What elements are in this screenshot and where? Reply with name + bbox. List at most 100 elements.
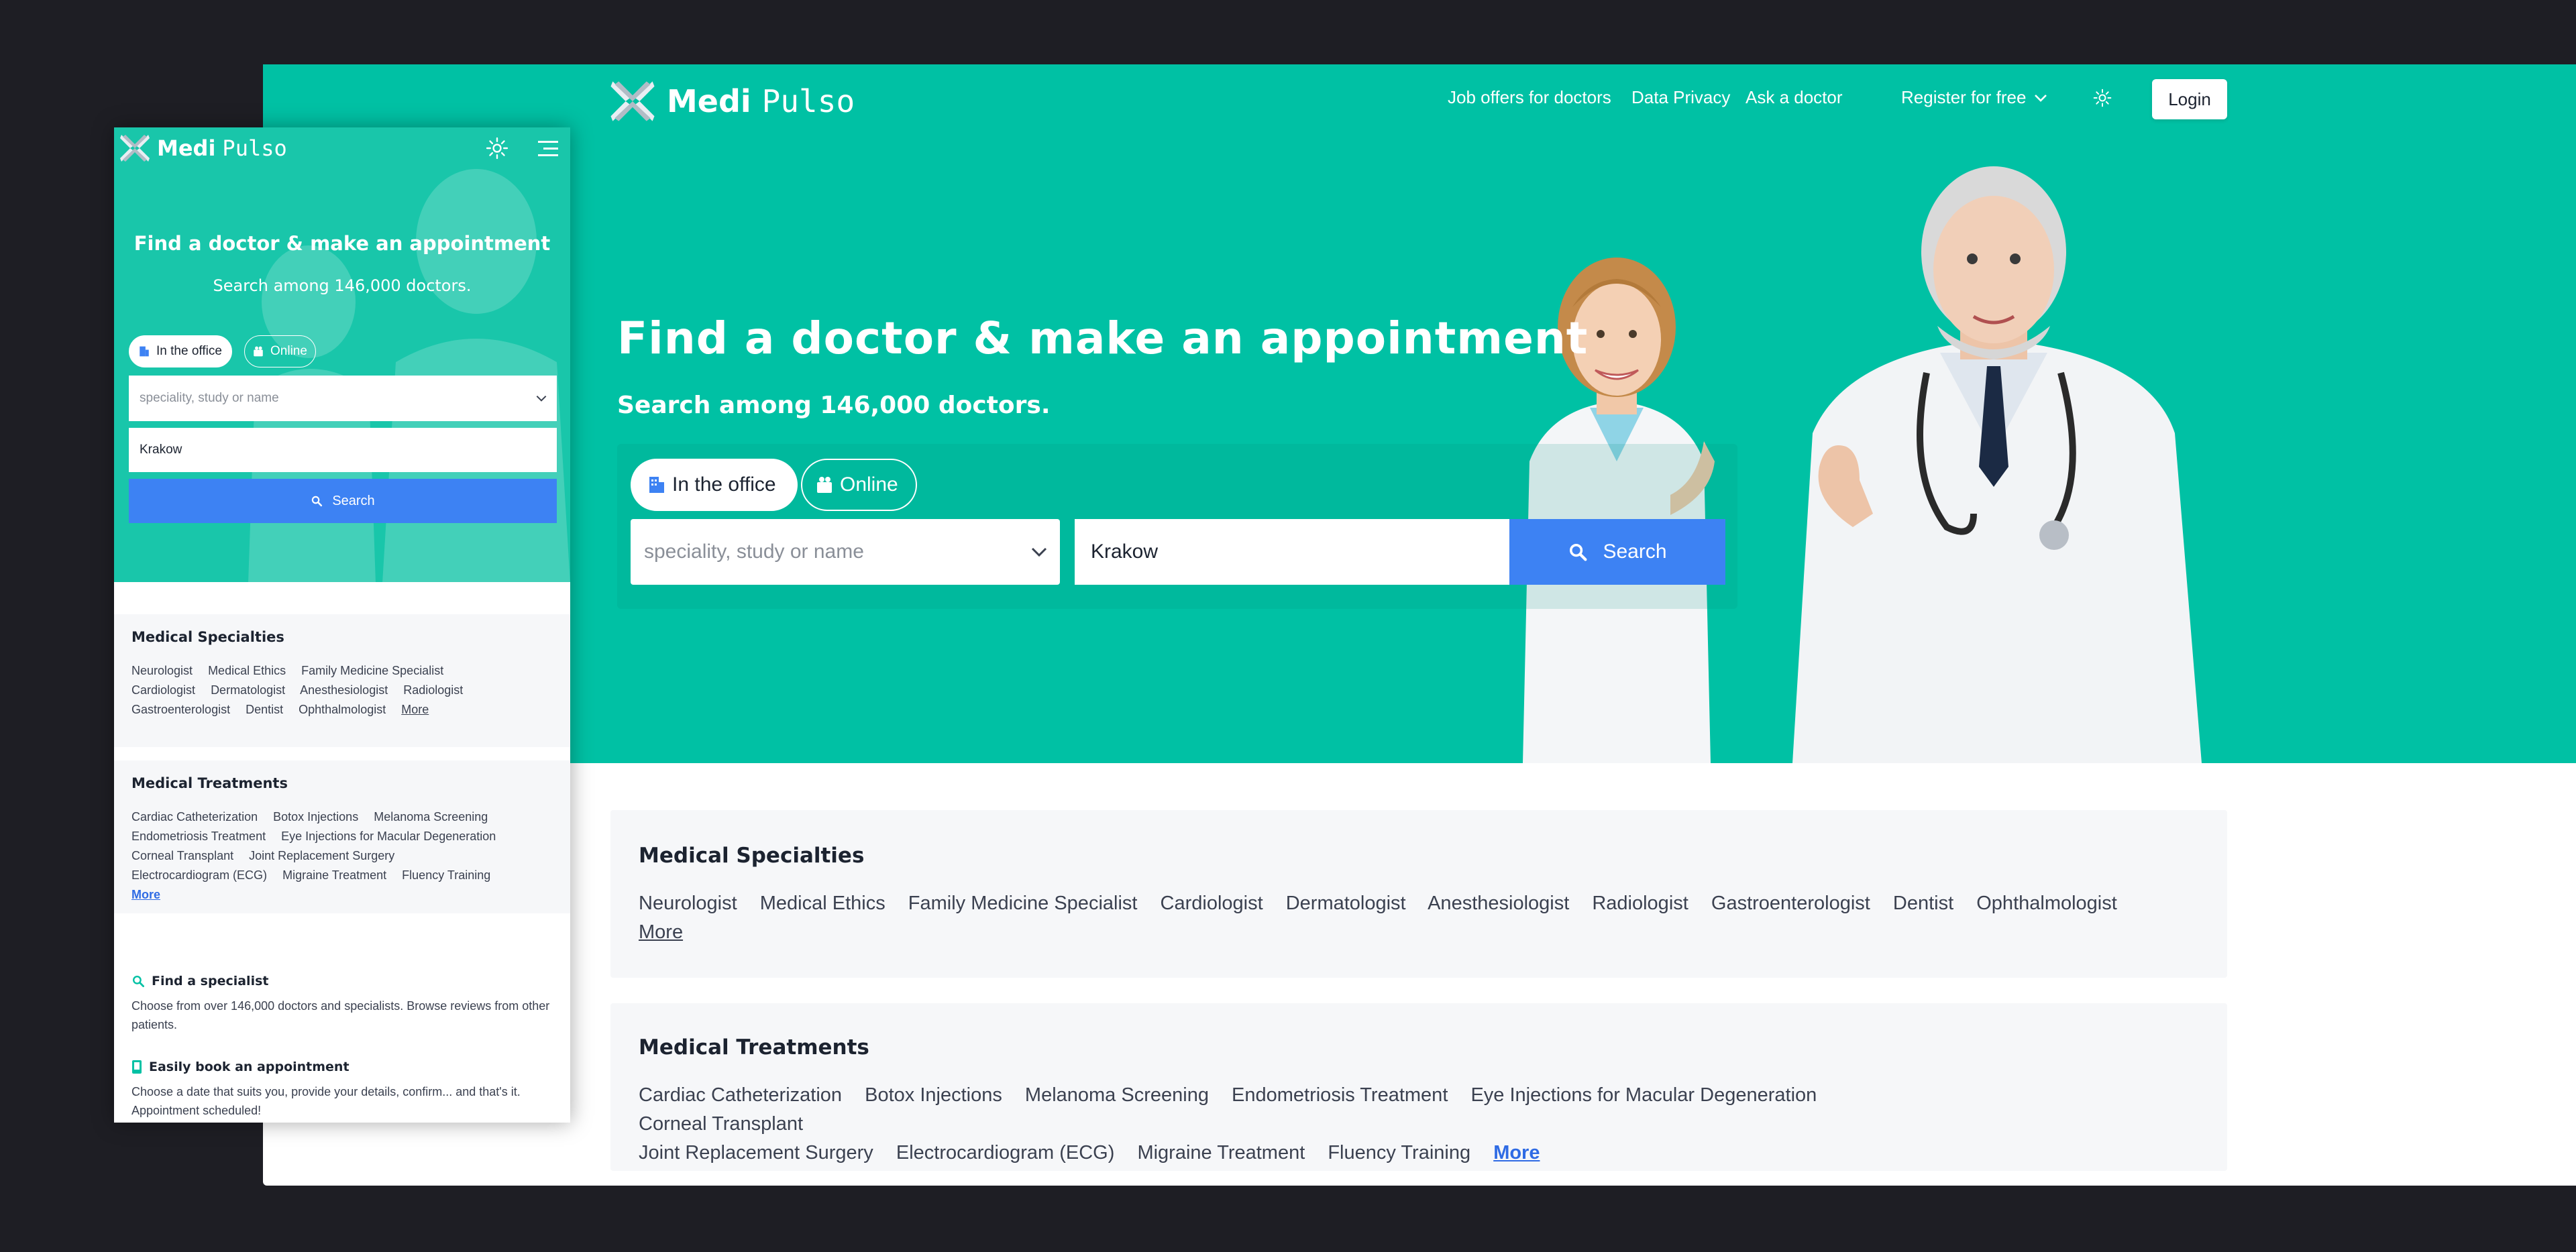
mobile-city-field[interactable]: [129, 428, 557, 472]
specialty-select[interactable]: [631, 519, 1060, 585]
specialty-input[interactable]: [138, 390, 530, 406]
treatment-link[interactable]: Botox Injections: [273, 810, 358, 823]
mobile-specialty-select[interactable]: [129, 376, 557, 421]
online-icon: [254, 346, 263, 357]
sun-icon[interactable]: [2093, 89, 2112, 107]
treatment-link[interactable]: Eye Injections for Macular Degeneration: [281, 830, 496, 843]
city-input[interactable]: [1089, 540, 1495, 564]
specialty-link[interactable]: Dermatologist: [1286, 893, 1406, 914]
specialty-link[interactable]: Cardiologist: [131, 683, 195, 697]
specialties-list: Neurologist Medical Ethics Family Medici…: [639, 889, 2182, 947]
specialty-link[interactable]: Ophthalmologist: [1976, 893, 2117, 914]
specialty-link[interactable]: Family Medicine Specialist: [908, 893, 1138, 914]
logo-icon: [118, 131, 152, 165]
specialty-link[interactable]: Medical Ethics: [208, 664, 286, 677]
specialty-link[interactable]: Dermatologist: [211, 683, 285, 697]
feature-description: Choose from over 146,000 doctors and spe…: [131, 999, 550, 1031]
treatments-more-link[interactable]: More: [131, 888, 160, 901]
tab-online-label: Online: [270, 344, 307, 358]
feature-description: Choose a date that suits you, provide yo…: [131, 1085, 521, 1117]
online-icon: [817, 477, 832, 493]
treatment-link[interactable]: Migraine Treatment: [282, 868, 386, 882]
nav-data-privacy[interactable]: Data Privacy: [1631, 87, 1730, 108]
hero-subtitle: Search among 146,000 doctors.: [617, 392, 1051, 419]
treatment-link[interactable]: Corneal Transplant: [639, 1113, 803, 1135]
mobile-medipulso-logo[interactable]: Medi Pulso: [118, 131, 287, 165]
feature-find-specialist: Find a specialist Choose from over 146,0…: [131, 974, 554, 1034]
treatment-link[interactable]: Joint Replacement Surgery: [249, 849, 394, 862]
specialties-list: Neurologist Medical Ethics Family Medici…: [131, 661, 561, 720]
search-icon: [1568, 542, 1588, 562]
male-doctor-illustration: [1792, 166, 2202, 763]
mobile-page: Medi Pulso Find a doctor & make an appoin…: [114, 127, 570, 1123]
specialty-link[interactable]: Anesthesiologist: [1428, 893, 1569, 914]
specialties-title: Medical Specialties: [131, 629, 284, 645]
login-button[interactable]: Login: [2152, 79, 2227, 119]
brand-name: Medi Pulso: [667, 83, 855, 119]
mobile-tab-online[interactable]: Online: [244, 335, 316, 367]
treatment-link[interactable]: Electrocardiogram (ECG): [131, 868, 267, 882]
specialty-link[interactable]: Cardiologist: [1161, 893, 1263, 914]
treatment-link[interactable]: Endometriosis Treatment: [131, 830, 266, 843]
chevron-down-icon: [2035, 94, 2047, 102]
treatment-link[interactable]: Migraine Treatment: [1137, 1142, 1305, 1163]
search-icon: [132, 975, 145, 987]
specialty-link[interactable]: Gastroenterologist: [131, 703, 230, 716]
building-icon: [140, 346, 149, 357]
specialty-link[interactable]: Family Medicine Specialist: [301, 664, 443, 677]
mobile-search-button[interactable]: Search: [129, 479, 557, 523]
hero-title: Find a doctor & make an appointment: [617, 312, 1589, 364]
feature-title-row: Find a specialist: [131, 974, 554, 988]
specialty-link[interactable]: Neurologist: [131, 664, 193, 677]
medical-treatments-section: Medical Treatments Cardiac Catheterizati…: [610, 1003, 2227, 1171]
specialties-more-link[interactable]: More: [639, 921, 683, 943]
treatments-title: Medical Treatments: [639, 1035, 869, 1060]
specialty-link[interactable]: Ophthalmologist: [299, 703, 386, 716]
treatment-link[interactable]: Fluency Training: [402, 868, 490, 882]
treatment-link[interactable]: Corneal Transplant: [131, 849, 233, 862]
specialties-more-link[interactable]: More: [401, 703, 429, 716]
mobile-hero-banner: Medi Pulso Find a doctor & make an appoin…: [114, 127, 570, 582]
treatment-link[interactable]: Cardiac Catheterization: [639, 1084, 842, 1106]
search-button[interactable]: Search: [1509, 519, 1725, 585]
logo-icon: [608, 76, 657, 126]
search-icon: [311, 496, 323, 507]
specialty-link[interactable]: Radiologist: [403, 683, 463, 697]
treatment-link[interactable]: Melanoma Screening: [374, 810, 488, 823]
tab-online[interactable]: Online: [801, 459, 917, 511]
specialty-link[interactable]: Neurologist: [639, 893, 737, 914]
desktop-page: Medi Pulso Job offers for doctors Data Pr…: [263, 64, 2576, 1186]
search-button-label: Search: [1603, 540, 1667, 563]
top-navigation: Medi Pulso Job offers for doctors Data Pr…: [263, 64, 2576, 139]
nav-register-dropdown[interactable]: Register for free: [1901, 87, 2047, 108]
search-button-label: Search: [332, 493, 375, 508]
medipulso-logo[interactable]: Medi Pulso: [608, 76, 855, 126]
mobile-tab-in-the-office[interactable]: In the office: [129, 335, 232, 367]
treatment-link[interactable]: Melanoma Screening: [1025, 1084, 1209, 1106]
feature-title-row: Easily book an appointment: [131, 1060, 554, 1074]
treatment-link[interactable]: Eye Injections for Macular Degeneration: [1470, 1084, 1817, 1106]
treatment-link[interactable]: Electrocardiogram (ECG): [896, 1142, 1115, 1163]
tab-in-the-office[interactable]: In the office: [631, 459, 798, 511]
city-field[interactable]: [1075, 519, 1513, 585]
treatment-link[interactable]: Cardiac Catheterization: [131, 810, 258, 823]
specialty-link[interactable]: Dentist: [246, 703, 283, 716]
specialty-input[interactable]: [643, 540, 1021, 564]
treatments-more-link[interactable]: More: [1493, 1142, 1540, 1163]
treatments-list: Cardiac Catheterization Botox Injections…: [131, 807, 561, 905]
specialty-link[interactable]: Dentist: [1893, 893, 1953, 914]
treatment-link[interactable]: Fluency Training: [1328, 1142, 1470, 1163]
specialty-link[interactable]: Anesthesiologist: [300, 683, 388, 697]
hamburger-menu-icon[interactable]: [538, 139, 558, 158]
treatment-link[interactable]: Endometriosis Treatment: [1232, 1084, 1448, 1106]
specialty-link[interactable]: Radiologist: [1592, 893, 1688, 914]
sun-icon[interactable]: [486, 137, 508, 160]
specialty-link[interactable]: Gastroenterologist: [1711, 893, 1870, 914]
treatment-link[interactable]: Botox Injections: [865, 1084, 1002, 1106]
nav-job-offers[interactable]: Job offers for doctors: [1448, 87, 1611, 108]
nav-ask-doctor[interactable]: Ask a doctor: [1746, 87, 1843, 108]
specialty-link[interactable]: Medical Ethics: [760, 893, 885, 914]
mobile-hero-subtitle: Search among 146,000 doctors.: [213, 276, 472, 295]
city-input[interactable]: [138, 442, 543, 458]
treatment-link[interactable]: Joint Replacement Surgery: [639, 1142, 873, 1163]
